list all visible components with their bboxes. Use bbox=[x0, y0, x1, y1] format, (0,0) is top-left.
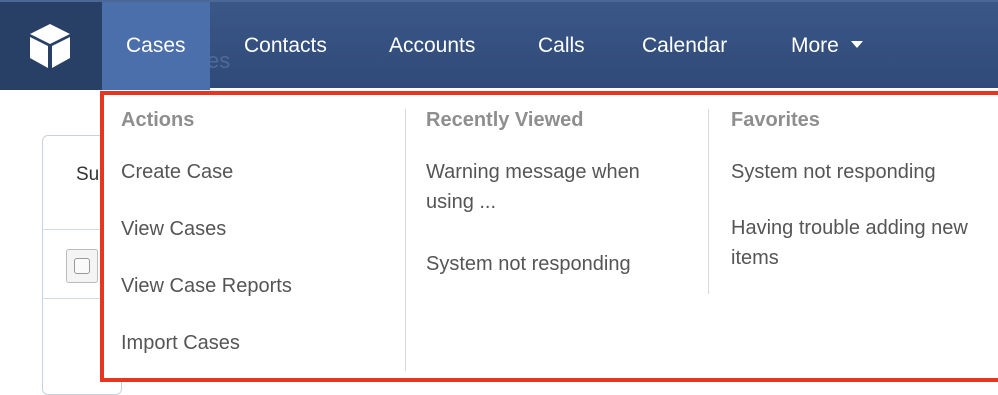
nav-tab-label: Contacts bbox=[244, 34, 327, 57]
recent-item[interactable]: System not responding bbox=[426, 249, 631, 279]
background-tab-fragment: Su bbox=[76, 164, 100, 185]
menu-item-view-cases[interactable]: View Cases bbox=[121, 214, 226, 244]
favorites-heading: Favorites bbox=[731, 109, 820, 131]
actions-heading: Actions bbox=[121, 109, 195, 131]
favorite-item[interactable]: Having trouble adding new items bbox=[731, 213, 986, 273]
nav-tab-label: Calendar bbox=[642, 34, 728, 57]
nav-tab-label: Calls bbox=[538, 34, 585, 57]
home-logo[interactable] bbox=[0, 2, 102, 90]
menu-item-view-case-reports[interactable]: View Case Reports bbox=[121, 271, 292, 301]
column-divider bbox=[708, 109, 709, 294]
nav-tab-cases[interactable]: Cases bbox=[102, 2, 210, 90]
select-all-button[interactable] bbox=[66, 249, 98, 283]
nav-tab-calendar[interactable]: Calendar bbox=[618, 2, 751, 90]
cube-logo-icon bbox=[30, 24, 70, 68]
column-divider bbox=[405, 109, 406, 371]
menu-item-create-case[interactable]: Create Case bbox=[121, 157, 233, 187]
caret-down-icon bbox=[850, 40, 863, 48]
nav-tab-label: More bbox=[791, 34, 839, 57]
nav-tab-calls[interactable]: Calls bbox=[514, 2, 609, 90]
recent-item[interactable]: Warning message when using ... bbox=[426, 157, 691, 217]
nav-tab-accounts[interactable]: Accounts bbox=[365, 2, 499, 90]
select-all-checkbox[interactable] bbox=[74, 258, 90, 274]
favorite-item[interactable]: System not responding bbox=[731, 157, 936, 187]
nav-tab-label: Cases bbox=[126, 34, 186, 57]
recently-viewed-heading: Recently Viewed bbox=[426, 109, 584, 131]
nav-tab-contacts[interactable]: Contacts bbox=[220, 2, 351, 90]
nav-tab-more[interactable]: More bbox=[767, 2, 887, 90]
top-navbar: es Cases Contacts Accounts Calls Calenda… bbox=[0, 0, 998, 90]
cases-dropdown-menu: Actions Create Case View Cases View Case… bbox=[100, 91, 998, 382]
menu-item-import-cases[interactable]: Import Cases bbox=[121, 328, 240, 358]
nav-tab-label: Accounts bbox=[389, 34, 476, 57]
